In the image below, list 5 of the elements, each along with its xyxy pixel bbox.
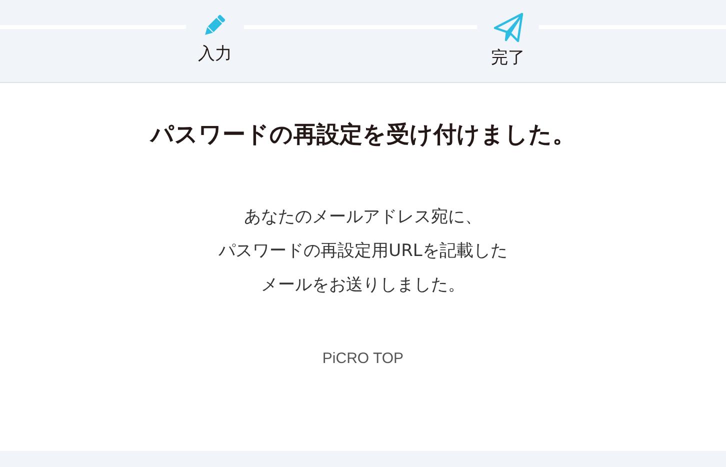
top-link[interactable]: PiCRO TOP: [322, 350, 404, 367]
step-label: 完了: [491, 47, 525, 69]
step-label: 入力: [198, 43, 232, 65]
page-heading: パスワードの再設定を受け付けました。: [150, 121, 576, 150]
message-text: あなたのメールアドレス宛に、 パスワードの再設定用URLを記載した メールをお送りしました。: [218, 206, 508, 297]
